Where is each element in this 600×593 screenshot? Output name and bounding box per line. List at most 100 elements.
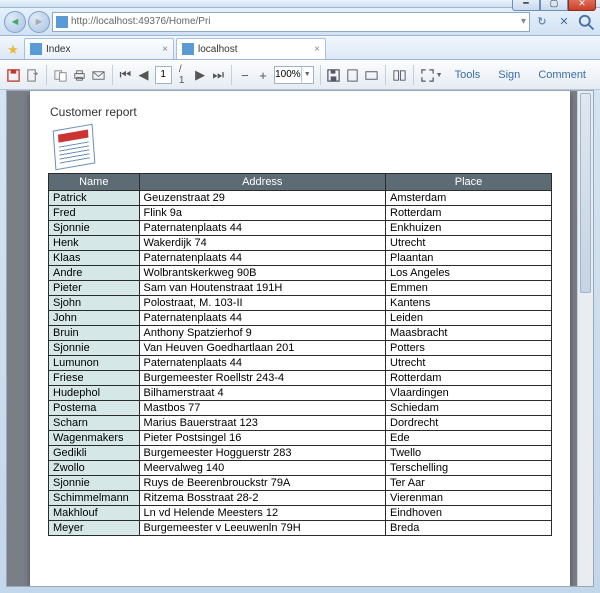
table-row: FrieseBurgemeester Roellstr 243-4Rotterd…: [49, 371, 552, 386]
cell-name: Hudephol: [49, 386, 140, 401]
tab-label: Index: [46, 44, 70, 55]
address-bar[interactable]: http://localhost:49376/Home/Pri ▾: [52, 12, 530, 32]
cell-place: Emmen: [386, 281, 552, 296]
page-total-label: / 1: [176, 64, 189, 86]
table-row: JohnPaternatenplaats 44Leiden: [49, 311, 552, 326]
scrollbar-thumb[interactable]: [580, 93, 591, 293]
zoom-out-button[interactable]: −: [238, 64, 252, 86]
browser-tab[interactable]: Index ×: [24, 38, 174, 59]
cell-address: Wolbrantskerkweg 90B: [139, 266, 385, 281]
pdf-toolbar: ⏮ ◀ 1 / 1 ▶ ⏭ − + 100%▼ ▼ Tools Sign Com…: [0, 60, 600, 90]
col-name: Name: [49, 174, 140, 191]
sign-link[interactable]: Sign: [490, 66, 528, 84]
cell-address: Burgemeester v Leeuwenln 79H: [139, 521, 385, 536]
window-close-button[interactable]: ✕: [568, 0, 596, 11]
window-minimize-button[interactable]: ━: [512, 0, 540, 11]
cell-place: Schiedam: [386, 401, 552, 416]
cell-place: Potters: [386, 341, 552, 356]
cell-place: Maasbracht: [386, 326, 552, 341]
comment-link[interactable]: Comment: [530, 66, 594, 84]
browser-tabs-bar: ★ Index×localhost×: [0, 36, 600, 60]
table-row: MeyerBurgemeester v Leeuwenln 79HBreda: [49, 521, 552, 536]
report-title: Customer report: [50, 105, 552, 119]
print-button[interactable]: [72, 64, 87, 86]
convert-button[interactable]: [53, 64, 68, 86]
tab-favicon-icon: [182, 43, 194, 55]
cell-address: Ritzema Bosstraat 28-2: [139, 491, 385, 506]
zoom-select[interactable]: 100%▼: [274, 66, 314, 84]
read-mode-button[interactable]: [392, 64, 407, 86]
table-row: ScharnMarius Bauerstraat 123Dordrecht: [49, 416, 552, 431]
cell-address: Ln vd Helende Meesters 12: [139, 506, 385, 521]
cell-place: Rotterdam: [386, 371, 552, 386]
cell-name: Sjonnie: [49, 476, 140, 491]
page-last-button[interactable]: ⏭: [211, 64, 225, 86]
table-row: HudepholBilhamerstraat 4Vlaardingen: [49, 386, 552, 401]
export-pdf-button[interactable]: [25, 64, 40, 86]
cell-name: Lumunon: [49, 356, 140, 371]
table-row: WagenmakersPieter Postsingel 16Ede: [49, 431, 552, 446]
table-row: FredFlink 9aRotterdam: [49, 206, 552, 221]
cell-address: Sam van Houtenstraat 191H: [139, 281, 385, 296]
cell-address: Flink 9a: [139, 206, 385, 221]
cell-name: Patrick: [49, 191, 140, 206]
page-number-input[interactable]: 1: [155, 66, 172, 84]
cell-name: Zwollo: [49, 461, 140, 476]
cell-address: Bilhamerstraat 4: [139, 386, 385, 401]
cell-name: Wagenmakers: [49, 431, 140, 446]
dropdown-icon[interactable]: ▾: [521, 16, 526, 27]
cell-name: Klaas: [49, 251, 140, 266]
cell-place: Plaantan: [386, 251, 552, 266]
chevron-down-icon: ▼: [301, 67, 313, 83]
page-prev-button[interactable]: ◀: [136, 64, 150, 86]
save-button[interactable]: [326, 64, 341, 86]
table-row: SjohnPolostraat, M. 103-IIKantens: [49, 296, 552, 311]
browser-tab[interactable]: localhost×: [176, 38, 326, 59]
fit-width-button[interactable]: [364, 64, 379, 86]
tab-close-icon[interactable]: ×: [162, 44, 168, 55]
chevron-down-icon[interactable]: ▼: [436, 72, 443, 79]
refresh-button[interactable]: ↻: [532, 12, 552, 32]
report-icon: [48, 125, 104, 171]
table-row: ZwolloMeervalweg 140Terschelling: [49, 461, 552, 476]
table-row: PieterSam van Houtenstraat 191HEmmen: [49, 281, 552, 296]
fullscreen-button[interactable]: [420, 64, 435, 86]
cell-address: Geuzenstraat 29: [139, 191, 385, 206]
pdf-page: Customer report Name Address Place Patri…: [30, 91, 570, 586]
cell-name: Henk: [49, 236, 140, 251]
address-url: http://localhost:49376/Home/Pri: [71, 16, 211, 27]
vertical-scrollbar[interactable]: [577, 91, 593, 586]
cell-place: Twello: [386, 446, 552, 461]
cell-place: Eindhoven: [386, 506, 552, 521]
cell-name: Pieter: [49, 281, 140, 296]
page-next-button[interactable]: ▶: [193, 64, 207, 86]
table-row: SjonnieVan Heuven Goedhartlaan 201Potter…: [49, 341, 552, 356]
cell-name: John: [49, 311, 140, 326]
email-button[interactable]: [91, 64, 106, 86]
cell-name: Andre: [49, 266, 140, 281]
fit-page-button[interactable]: [345, 64, 360, 86]
stop-button[interactable]: ✕: [554, 12, 574, 32]
table-row: MakhloufLn vd Helende Meesters 12Eindhov…: [49, 506, 552, 521]
table-row: SchimmelmannRitzema Bosstraat 28-2Vieren…: [49, 491, 552, 506]
table-row: PatrickGeuzenstraat 29Amsterdam: [49, 191, 552, 206]
page-first-button[interactable]: ⏮: [118, 64, 132, 86]
window-maximize-button[interactable]: ▢: [540, 0, 568, 11]
nav-forward-button[interactable]: ►: [28, 11, 50, 33]
cell-address: Burgemeester Roellstr 243-4: [139, 371, 385, 386]
save-pdf-button[interactable]: [6, 64, 21, 86]
cell-name: Bruin: [49, 326, 140, 341]
cell-address: Paternatenplaats 44: [139, 221, 385, 236]
cell-place: Los Angeles: [386, 266, 552, 281]
cell-address: Wakerdijk 74: [139, 236, 385, 251]
cell-name: Sjonnie: [49, 341, 140, 356]
zoom-in-button[interactable]: +: [256, 64, 270, 86]
nav-back-button[interactable]: ◄: [4, 11, 26, 33]
tools-link[interactable]: Tools: [447, 66, 489, 84]
cell-name: Sjohn: [49, 296, 140, 311]
cell-name: Fred: [49, 206, 140, 221]
favorites-button[interactable]: ★: [4, 41, 22, 59]
search-button[interactable]: [576, 12, 596, 32]
cell-place: Amsterdam: [386, 191, 552, 206]
tab-close-icon[interactable]: ×: [314, 44, 320, 55]
